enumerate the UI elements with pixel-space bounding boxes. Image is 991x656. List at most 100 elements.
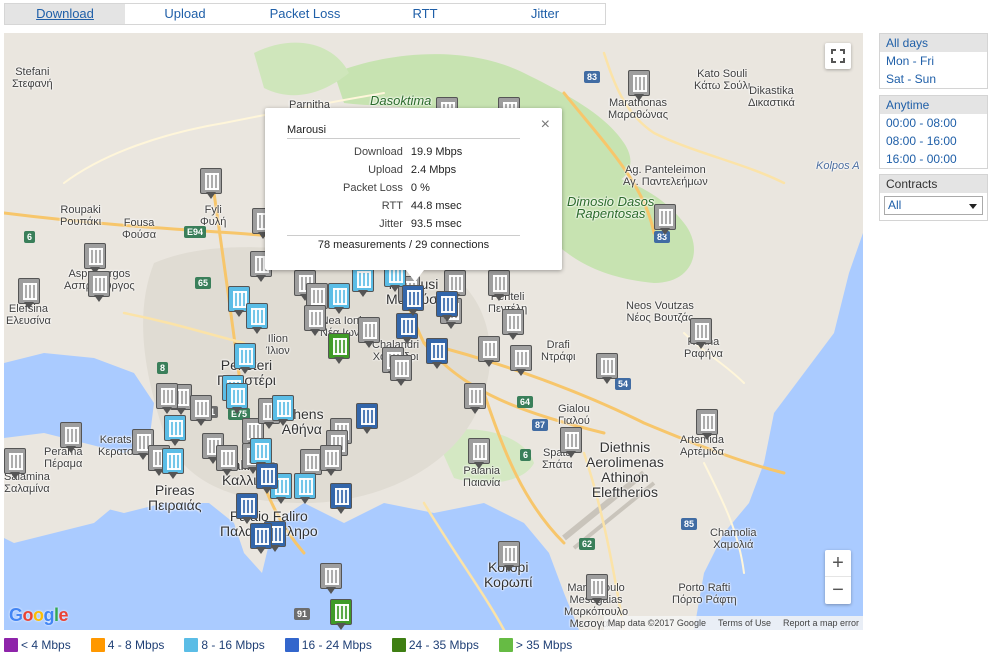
connection-marker[interactable] xyxy=(156,383,178,415)
stat-label: Jitter xyxy=(379,218,403,230)
tab-rtt[interactable]: RTT xyxy=(365,4,485,24)
connection-marker[interactable] xyxy=(596,353,618,385)
time-08-16-option[interactable]: 08:00 - 16:00 xyxy=(880,132,987,150)
connection-marker[interactable] xyxy=(488,270,510,302)
connection-marker[interactable] xyxy=(304,305,326,337)
label-chamolia: Chamolia Χαμολιά xyxy=(710,527,757,551)
time-anytime-option[interactable]: Anytime xyxy=(880,96,987,114)
connection-marker[interactable] xyxy=(164,415,186,447)
connection-marker[interactable] xyxy=(356,403,378,435)
connection-marker[interactable] xyxy=(330,599,352,630)
days-sat-sun-option[interactable]: Sat - Sun xyxy=(880,70,987,88)
connection-marker[interactable] xyxy=(696,409,718,441)
connection-marker[interactable] xyxy=(60,422,82,454)
connection-marker[interactable] xyxy=(162,448,184,480)
connection-marker[interactable] xyxy=(272,395,294,427)
connection-marker[interactable] xyxy=(88,271,110,303)
label-roupaki: Roupaki Ρουπάκι xyxy=(60,204,102,228)
days-all-option[interactable]: All days xyxy=(880,34,987,52)
connection-marker[interactable] xyxy=(294,473,316,505)
connection-marker[interactable] xyxy=(256,463,278,495)
connection-marker[interactable] xyxy=(236,493,258,525)
connection-marker[interactable] xyxy=(690,318,712,350)
road-shield: 8 xyxy=(157,362,169,374)
time-00-08-option[interactable]: 00:00 - 08:00 xyxy=(880,114,987,132)
connection-marker[interactable] xyxy=(426,338,448,370)
connection-marker[interactable] xyxy=(328,333,350,365)
connection-marker[interactable] xyxy=(226,383,248,415)
connection-marker[interactable] xyxy=(18,278,40,310)
zoom-out-button[interactable]: − xyxy=(825,577,851,604)
connection-marker[interactable] xyxy=(200,168,222,200)
label-dasoktima: Dasoktima xyxy=(370,93,432,108)
legend-item: 8 - 16 Mbps xyxy=(184,638,265,652)
measurement-count: 78 measurements / 29 connections xyxy=(287,235,520,251)
chevron-down-icon xyxy=(969,204,977,209)
connection-marker[interactable] xyxy=(216,445,238,477)
fullscreen-button[interactable] xyxy=(825,43,851,69)
label-pireas: Pireas Πειραιάς xyxy=(148,482,202,513)
connection-marker[interactable] xyxy=(498,541,520,573)
stat-value: 0 % xyxy=(410,182,430,194)
contracts-filter: Contracts All xyxy=(879,174,988,221)
connection-marker[interactable] xyxy=(358,317,380,349)
legend-item: 4 - 8 Mbps xyxy=(90,638,165,652)
legend-item: < 4 Mbps xyxy=(4,638,71,652)
connection-marker[interactable] xyxy=(4,448,26,480)
stat-label: Packet Loss xyxy=(343,182,403,194)
connection-marker[interactable] xyxy=(352,266,374,298)
legend-item: 16 - 24 Mbps xyxy=(284,638,372,652)
connection-marker[interactable] xyxy=(510,345,532,377)
stat-label: Download xyxy=(354,146,403,158)
connection-marker[interactable] xyxy=(190,395,212,427)
zoom-in-button[interactable]: + xyxy=(825,550,851,577)
connection-marker[interactable] xyxy=(436,291,458,323)
report-error-link[interactable]: Report a map error xyxy=(783,616,859,630)
connection-marker[interactable] xyxy=(502,309,524,341)
road-shield: 6 xyxy=(24,231,36,243)
tab-jitter[interactable]: Jitter xyxy=(485,4,605,24)
tab-packet-loss[interactable]: Packet Loss xyxy=(245,4,365,24)
connection-marker[interactable] xyxy=(654,204,676,236)
connection-marker[interactable] xyxy=(390,355,412,387)
days-mon-fri-option[interactable]: Mon - Fri xyxy=(880,52,987,70)
road-shield: 91 xyxy=(294,608,311,620)
contracts-label: Contracts xyxy=(880,175,987,193)
connection-marker[interactable] xyxy=(330,483,352,515)
stat-value: 19.9 Mbps xyxy=(410,146,463,158)
tab-upload[interactable]: Upload xyxy=(125,4,245,24)
connection-marker[interactable] xyxy=(478,336,500,368)
time-16-00-option[interactable]: 16:00 - 00:00 xyxy=(880,150,987,168)
connection-marker[interactable] xyxy=(320,563,342,595)
connection-marker[interactable] xyxy=(464,383,486,415)
terms-link[interactable]: Terms of Use xyxy=(718,616,771,630)
legend-swatch xyxy=(184,638,199,652)
connection-marker[interactable] xyxy=(396,313,418,345)
connection-marker[interactable] xyxy=(586,574,608,606)
connection-marker[interactable] xyxy=(250,523,272,555)
connection-marker[interactable] xyxy=(234,343,256,375)
tab-download[interactable]: Download xyxy=(5,4,125,24)
contracts-select[interactable]: All xyxy=(884,196,983,215)
road-shield: 83 xyxy=(584,71,601,83)
road-shield: 65 xyxy=(195,277,212,289)
legend-label: 8 - 16 Mbps xyxy=(201,638,265,652)
connection-marker[interactable] xyxy=(246,303,268,335)
legend-item: 24 - 35 Mbps xyxy=(391,638,479,652)
table-row: Jitter 93.5 msec xyxy=(339,215,466,233)
label-kato-souli: Kato Souli Κάτω Σούλι xyxy=(694,68,751,92)
connection-marker[interactable] xyxy=(468,438,490,470)
connection-marker[interactable] xyxy=(628,70,650,102)
table-row: Upload 2.4 Mbps xyxy=(339,161,466,179)
label-gialou: Gialou Γιαλού xyxy=(558,403,590,427)
connection-marker[interactable] xyxy=(320,445,342,477)
connection-marker[interactable] xyxy=(328,283,350,315)
legend-label: 4 - 8 Mbps xyxy=(107,638,165,652)
contracts-value: All xyxy=(888,198,902,212)
connection-marker[interactable] xyxy=(560,427,582,459)
map-canvas[interactable]: Stefani Στεφανή Parnitha Dasoktima Kato S… xyxy=(4,33,863,630)
label-airport: Diethnis Aerolimenas Athinon Eleftherios xyxy=(586,439,664,500)
close-icon[interactable]: × xyxy=(541,116,550,134)
selected-marker[interactable] xyxy=(402,285,424,317)
stat-value: 2.4 Mbps xyxy=(410,164,457,176)
